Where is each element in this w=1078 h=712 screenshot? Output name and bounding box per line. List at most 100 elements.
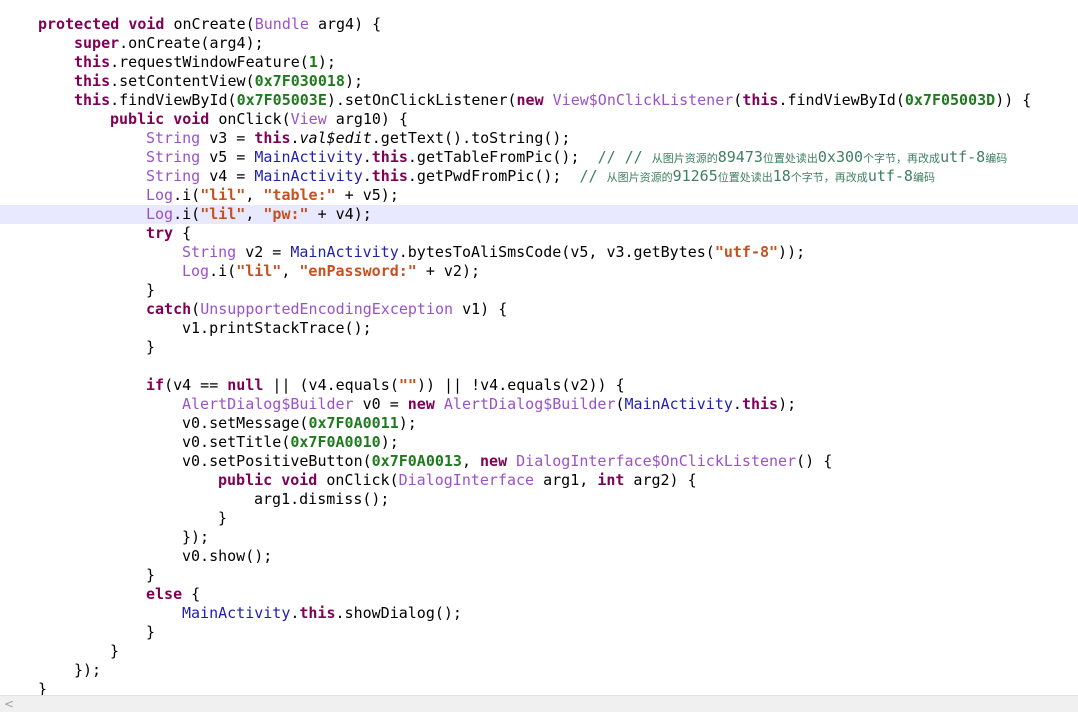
code-token: String <box>146 148 201 166</box>
code-text: this.requestWindowFeature(1); <box>74 53 336 72</box>
code-text: public void onClick(DialogInterface arg1… <box>218 471 697 490</box>
code-token: "lil" <box>200 205 246 223</box>
code-token: "utf-8" <box>714 243 779 261</box>
code-token: View <box>290 110 327 128</box>
code-line[interactable]: }); <box>0 661 1078 680</box>
code-token: "enPassword:" <box>299 262 417 280</box>
code-token: v4 = <box>200 167 255 185</box>
code-editor[interactable]: protected void onCreate(Bundle arg4) {su… <box>0 0 1078 695</box>
code-token: ); <box>317 53 336 71</box>
code-line[interactable] <box>0 357 1078 376</box>
code-token: void <box>128 15 165 33</box>
code-token: 0x7F0A0011 <box>308 414 399 432</box>
code-token: "table:" <box>263 186 336 204</box>
code-token: )) { <box>995 91 1032 109</box>
code-token: "lil" <box>200 186 246 204</box>
code-line[interactable]: arg1.dismiss(); <box>0 490 1078 509</box>
code-token: 1 <box>308 53 318 71</box>
code-line[interactable]: } <box>0 642 1078 661</box>
code-line[interactable]: } <box>0 281 1078 300</box>
code-token: this <box>74 53 111 71</box>
code-token: Log <box>182 262 210 280</box>
code-token: Log <box>146 186 174 204</box>
code-token: arg10) { <box>326 110 409 128</box>
code-text: } <box>218 509 227 528</box>
code-line[interactable]: String v5 = MainActivity.this.getTableFr… <box>0 148 1078 167</box>
code-line[interactable]: v0.show(); <box>0 547 1078 566</box>
code-token: 0x7F030018 <box>254 72 345 90</box>
code-text: v0.setPositiveButton(0x7F0A0013, new Dia… <box>182 452 832 471</box>
code-line[interactable]: protected void onCreate(Bundle arg4) { <box>0 15 1078 34</box>
code-line[interactable]: public void onClick(DialogInterface arg1… <box>0 471 1078 490</box>
code-line[interactable]: String v2 = MainActivity.bytesToAliSmsCo… <box>0 243 1078 262</box>
code-token: .i( <box>173 205 201 223</box>
code-text: } <box>38 680 47 695</box>
code-token: if <box>146 376 165 394</box>
code-line[interactable]: AlertDialog$Builder v0 = new AlertDialog… <box>0 395 1078 414</box>
code-token: Log <box>146 205 174 223</box>
code-token: this <box>254 129 291 147</box>
code-line[interactable]: }); <box>0 528 1078 547</box>
code-token: .showDialog(); <box>335 604 462 622</box>
code-line[interactable]: v0.setPositiveButton(0x7F0A0013, new Dia… <box>0 452 1078 471</box>
code-token: } <box>218 509 228 527</box>
chevron-left-icon[interactable]: < <box>4 697 14 711</box>
code-line[interactable]: else { <box>0 585 1078 604</box>
code-token: }); <box>74 661 102 679</box>
code-token: .i( <box>209 262 237 280</box>
code-text: } <box>146 623 155 642</box>
code-line[interactable]: } <box>0 623 1078 642</box>
code-line[interactable]: public void onClick(View arg10) { <box>0 110 1078 129</box>
code-line[interactable]: String v3 = this.val$edit.getText().toSt… <box>0 129 1078 148</box>
code-token: . <box>362 148 372 166</box>
code-token: . <box>290 129 300 147</box>
code-token: onCreate( <box>164 15 255 33</box>
code-line[interactable]: } <box>0 338 1078 357</box>
code-line[interactable]: catch(UnsupportedEncodingException v1) { <box>0 300 1078 319</box>
code-line[interactable]: String v4 = MainActivity.this.getPwdFrom… <box>0 167 1078 186</box>
code-text: public void onClick(View arg10) { <box>110 110 408 129</box>
code-token: , <box>461 452 481 470</box>
code-line[interactable]: } <box>0 680 1078 695</box>
code-token: v1.printStackTrace(); <box>182 319 372 337</box>
code-token: v2 = <box>236 243 291 261</box>
code-text: else { <box>146 585 200 604</box>
code-line[interactable]: super.onCreate(arg4); <box>0 34 1078 53</box>
code-token: 0x300 <box>817 148 864 166</box>
code-line[interactable]: MainActivity.this.showDialog(); <box>0 604 1078 623</box>
code-token: String <box>146 129 201 147</box>
code-token: public <box>218 471 273 489</box>
code-line[interactable]: Log.i("lil", "table:" + v5); <box>0 186 1078 205</box>
horizontal-scrollbar[interactable]: < <box>0 695 1078 712</box>
code-line[interactable]: Log.i("lil", "enPassword:" + v2); <box>0 262 1078 281</box>
code-line[interactable]: } <box>0 566 1078 585</box>
code-token: UnsupportedEncodingException <box>200 300 454 318</box>
code-line[interactable]: Log.i("lil", "pw:" + v4); <box>0 205 1078 224</box>
code-line[interactable]: v0.setMessage(0x7F0A0011); <box>0 414 1078 433</box>
code-token: + v4); <box>308 205 372 223</box>
code-line[interactable]: v1.printStackTrace(); <box>0 319 1078 338</box>
code-token: arg4) { <box>308 15 382 33</box>
code-line[interactable]: this.requestWindowFeature(1); <box>0 53 1078 72</box>
code-line[interactable]: try { <box>0 224 1078 243</box>
code-token: this <box>74 91 111 109</box>
code-line[interactable]: if(v4 == null || (v4.equals("")) || !v4.… <box>0 376 1078 395</box>
code-line[interactable]: this.setContentView(0x7F030018); <box>0 72 1078 91</box>
code-text: } <box>146 566 155 585</box>
code-token: (v4 == <box>164 376 228 394</box>
code-text: } <box>146 338 155 357</box>
code-token: v5 = <box>200 148 255 166</box>
code-line[interactable]: } <box>0 509 1078 528</box>
code-token: MainActivity <box>624 395 733 413</box>
code-token: ); <box>778 395 797 413</box>
code-token: v0.show(); <box>182 547 273 565</box>
code-token: View$OnClickListener <box>552 91 734 109</box>
code-line[interactable]: this.findViewById(0x7F05003E).setOnClick… <box>0 91 1078 110</box>
code-line[interactable]: v0.setTitle(0x7F0A0010); <box>0 433 1078 452</box>
code-token: { <box>182 585 201 603</box>
code-token: v1) { <box>453 300 508 318</box>
code-token: new <box>480 452 508 470</box>
